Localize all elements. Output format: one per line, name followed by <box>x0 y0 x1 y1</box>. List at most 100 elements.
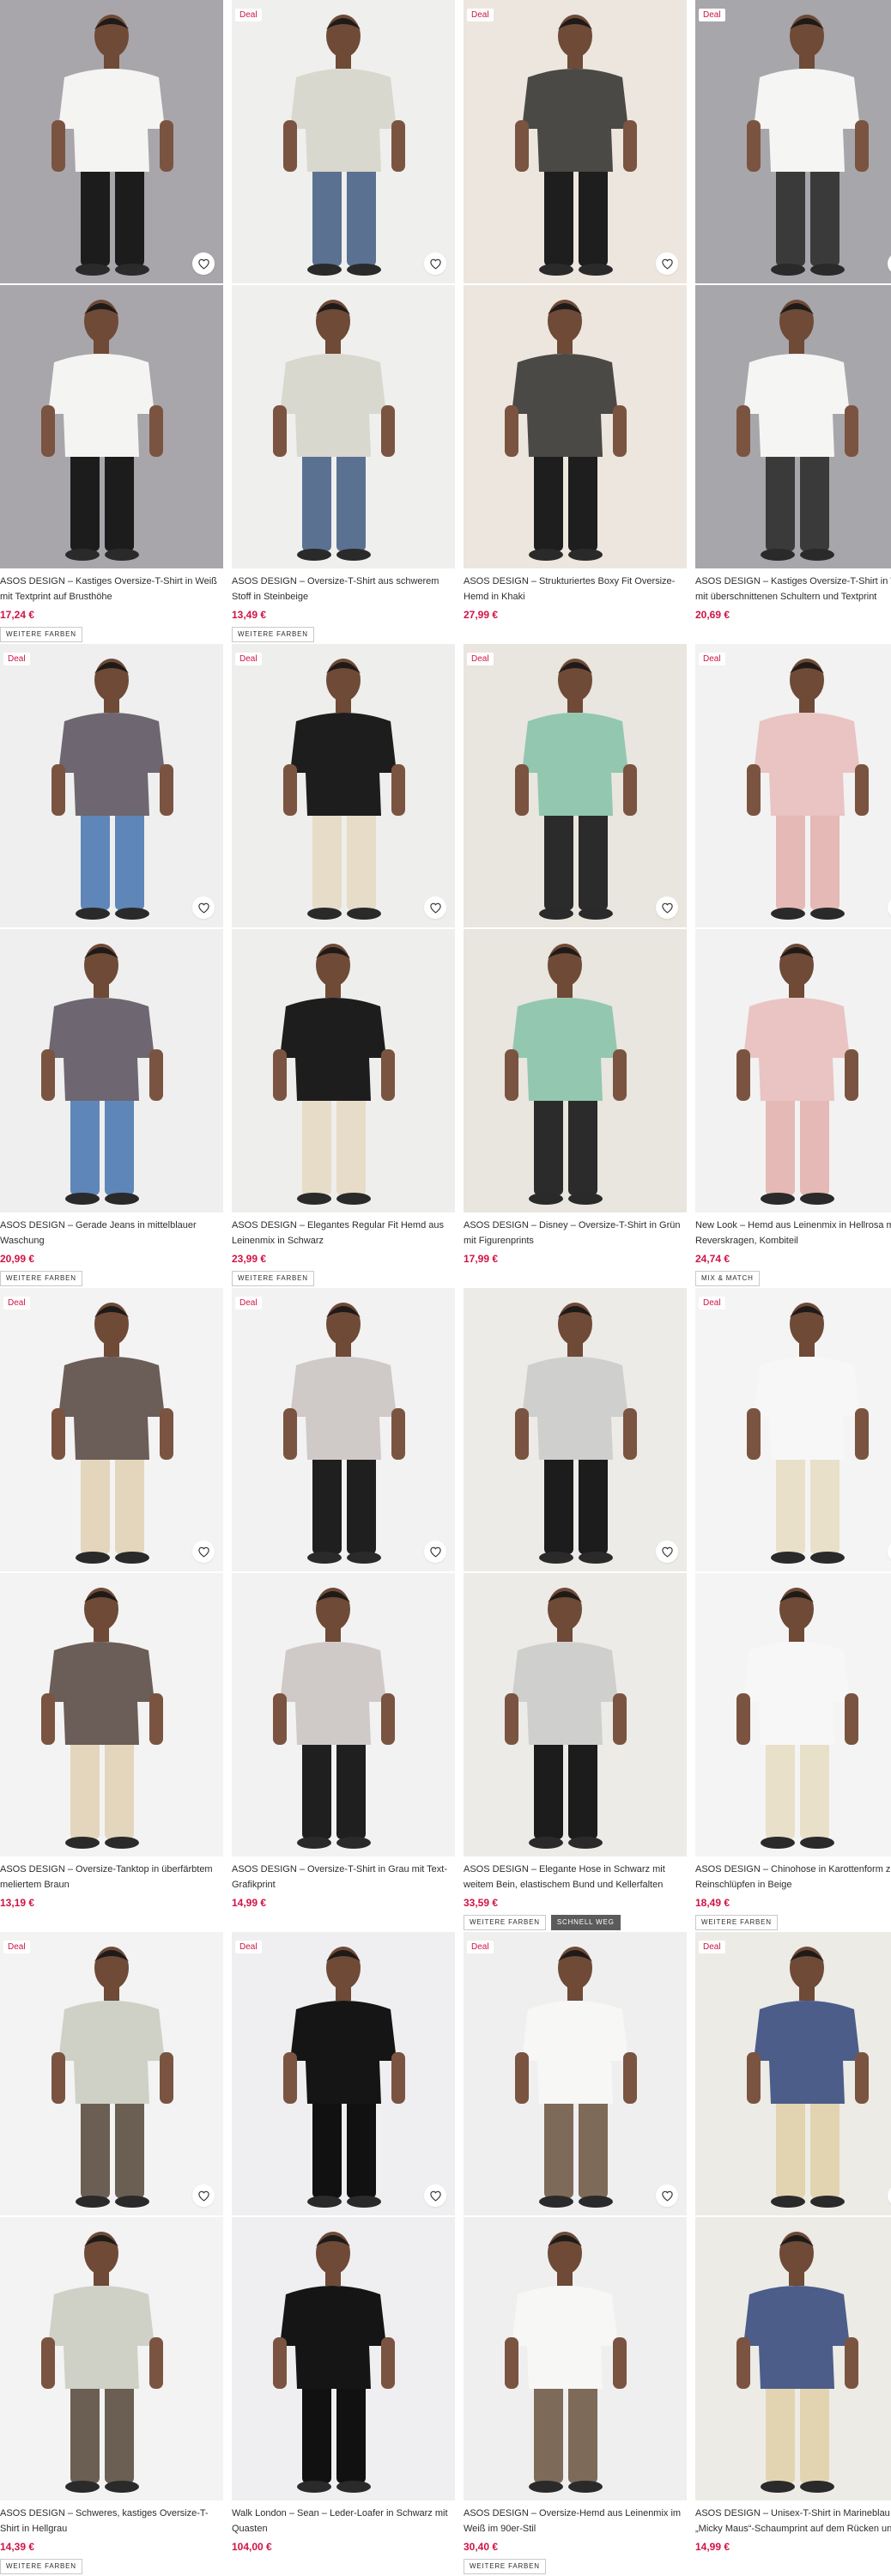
product-title[interactable]: ASOS DESIGN – Schweres, kastiges Oversiz… <box>0 2506 223 2537</box>
model-illustration <box>0 644 223 927</box>
model-right-arm <box>613 405 627 457</box>
more-colours-badge[interactable]: WEITERE FARBEN <box>0 2559 82 2574</box>
product-title[interactable]: ASOS DESIGN – Gerade Jeans in mittelblau… <box>0 1218 223 1249</box>
more-colours-badge[interactable]: WEITERE FARBEN <box>232 627 314 642</box>
product-image-primary[interactable]: Deal <box>0 1288 223 1571</box>
model-left-shoe <box>529 1193 563 1205</box>
product-image-primary[interactable]: Deal <box>464 1932 687 2215</box>
product-image-primary[interactable]: Deal <box>695 0 891 283</box>
model-right-shoe <box>105 1193 139 1205</box>
more-colours-badge[interactable]: WEITERE FARBEN <box>464 2559 546 2574</box>
product-image-secondary[interactable] <box>232 285 455 568</box>
model-left-leg <box>776 2091 805 2198</box>
product-title[interactable]: ASOS DESIGN – Elegantes Regular Fit Hemd… <box>232 1218 455 1249</box>
product-image-secondary[interactable] <box>0 285 223 568</box>
product-image-secondary[interactable] <box>464 1573 687 1856</box>
product-info: New Look – Hemd aus Leinenmix in Hellros… <box>695 1218 891 1286</box>
product-title[interactable]: ASOS DESIGN – Oversize-Hemd aus Leinenmi… <box>464 2506 687 2537</box>
save-for-later-button[interactable] <box>424 252 446 275</box>
product-title[interactable]: ASOS DESIGN – Oversize-T-Shirt in Grau m… <box>232 1862 455 1893</box>
product-image-secondary[interactable] <box>695 285 891 568</box>
product-image-primary[interactable]: Deal <box>232 0 455 283</box>
product-title[interactable]: ASOS DESIGN – Oversize-Tanktop in überfä… <box>0 1862 223 1893</box>
product-image-primary[interactable]: Deal <box>464 0 687 283</box>
product-info: ASOS DESIGN – Schweres, kastiges Oversiz… <box>0 2506 223 2574</box>
product-image-primary[interactable] <box>464 1288 687 1571</box>
product-image-secondary[interactable] <box>464 929 687 1212</box>
product-image-primary[interactable]: Deal <box>0 1932 223 2215</box>
product-title[interactable]: New Look – Hemd aus Leinenmix in Hellros… <box>695 1218 891 1249</box>
model-illustration <box>0 2217 223 2500</box>
product-title[interactable]: ASOS DESIGN – Kastiges Oversize-T-Shirt … <box>695 574 891 605</box>
mix-match-badge[interactable]: MIX & MATCH <box>695 1271 760 1286</box>
model-left-shoe <box>529 549 563 561</box>
model-right-shoe <box>115 908 149 920</box>
model-illustration <box>464 1573 687 1856</box>
model-right-shoe <box>347 2196 381 2208</box>
product-image-secondary[interactable] <box>695 1573 891 1856</box>
more-colours-badge[interactable]: WEITERE FARBEN <box>695 1915 778 1930</box>
product-image-primary[interactable]: Deal <box>232 1288 455 1571</box>
save-for-later-button[interactable] <box>424 1540 446 1563</box>
heart-icon-path <box>661 902 673 913</box>
product-image-primary[interactable]: Deal <box>0 644 223 927</box>
product-image-primary[interactable]: Deal <box>232 1932 455 2215</box>
product-image-primary[interactable]: Deal <box>695 644 891 927</box>
product-title[interactable]: ASOS DESIGN – Chinohose in Karottenform … <box>695 1862 891 1893</box>
model-illustration <box>464 644 687 927</box>
save-for-later-button[interactable] <box>192 252 215 275</box>
save-for-later-button[interactable] <box>424 2184 446 2207</box>
product-image-primary[interactable]: Deal <box>232 644 455 927</box>
product-image-secondary[interactable] <box>0 2217 223 2500</box>
model-left-shoe <box>307 2196 342 2208</box>
product-image-secondary[interactable] <box>695 929 891 1212</box>
product-image-secondary[interactable] <box>0 1573 223 1856</box>
product-image-secondary[interactable] <box>695 2217 891 2500</box>
model-right-arm <box>855 1408 869 1460</box>
product-image-secondary[interactable] <box>232 2217 455 2500</box>
product-image-primary[interactable]: Deal <box>695 1288 891 1571</box>
product-title[interactable]: ASOS DESIGN – Oversize-T-Shirt aus schwe… <box>232 574 455 605</box>
product-image-secondary[interactable] <box>464 2217 687 2500</box>
more-colours-badge[interactable]: WEITERE FARBEN <box>464 1915 546 1930</box>
model-left-shoe <box>761 1193 795 1205</box>
save-for-later-button[interactable] <box>192 896 215 919</box>
product-title[interactable]: ASOS DESIGN – Strukturiertes Boxy Fit Ov… <box>464 574 687 605</box>
more-colours-badge[interactable]: WEITERE FARBEN <box>0 627 82 642</box>
more-colours-badge[interactable]: WEITERE FARBEN <box>0 1271 82 1286</box>
deal-badge: Deal <box>467 1941 494 1953</box>
product-image-secondary[interactable] <box>0 929 223 1212</box>
model-left-leg <box>544 2091 573 2198</box>
model-left-leg <box>302 2376 331 2483</box>
product-title[interactable]: ASOS DESIGN – Elegante Hose in Schwarz m… <box>464 1862 687 1893</box>
model-right-leg <box>579 1447 608 1554</box>
product-title[interactable]: ASOS DESIGN – Unisex-T-Shirt in Marinebl… <box>695 2506 891 2537</box>
model-left-arm <box>505 1693 518 1745</box>
product-image-primary[interactable] <box>0 0 223 283</box>
product-title[interactable]: ASOS DESIGN – Kastiges Oversize-T-Shirt … <box>0 574 223 605</box>
model-illustration <box>232 285 455 568</box>
product-image-primary[interactable]: Deal <box>695 1932 891 2215</box>
product-price: 17,24 € <box>0 609 35 621</box>
product-image-secondary[interactable] <box>232 1573 455 1856</box>
heart-icon <box>661 1546 673 1557</box>
product-image-secondary[interactable] <box>464 285 687 568</box>
save-for-later-button[interactable] <box>656 252 678 275</box>
model-left-arm <box>52 764 65 816</box>
more-colours-badge[interactable]: WEITERE FARBEN <box>232 1271 314 1286</box>
product-tags: WEITERE FARBEN <box>0 627 223 642</box>
save-for-later-button[interactable] <box>192 2184 215 2207</box>
save-for-later-button[interactable] <box>424 896 446 919</box>
model-left-leg <box>544 1447 573 1554</box>
save-for-later-button[interactable] <box>656 2184 678 2207</box>
save-for-later-button[interactable] <box>656 896 678 919</box>
product-image-primary[interactable]: Deal <box>464 644 687 927</box>
product-title[interactable]: ASOS DESIGN – Disney – Oversize-T-Shirt … <box>464 1218 687 1249</box>
model-left-arm <box>505 2337 518 2389</box>
product-image-secondary[interactable] <box>232 929 455 1212</box>
model-illustration <box>695 929 891 1212</box>
save-for-later-button[interactable] <box>656 1540 678 1563</box>
model-right-leg <box>579 803 608 910</box>
product-title[interactable]: Walk London – Sean – Leder-Loafer in Sch… <box>232 2506 455 2537</box>
save-for-later-button[interactable] <box>192 1540 215 1563</box>
